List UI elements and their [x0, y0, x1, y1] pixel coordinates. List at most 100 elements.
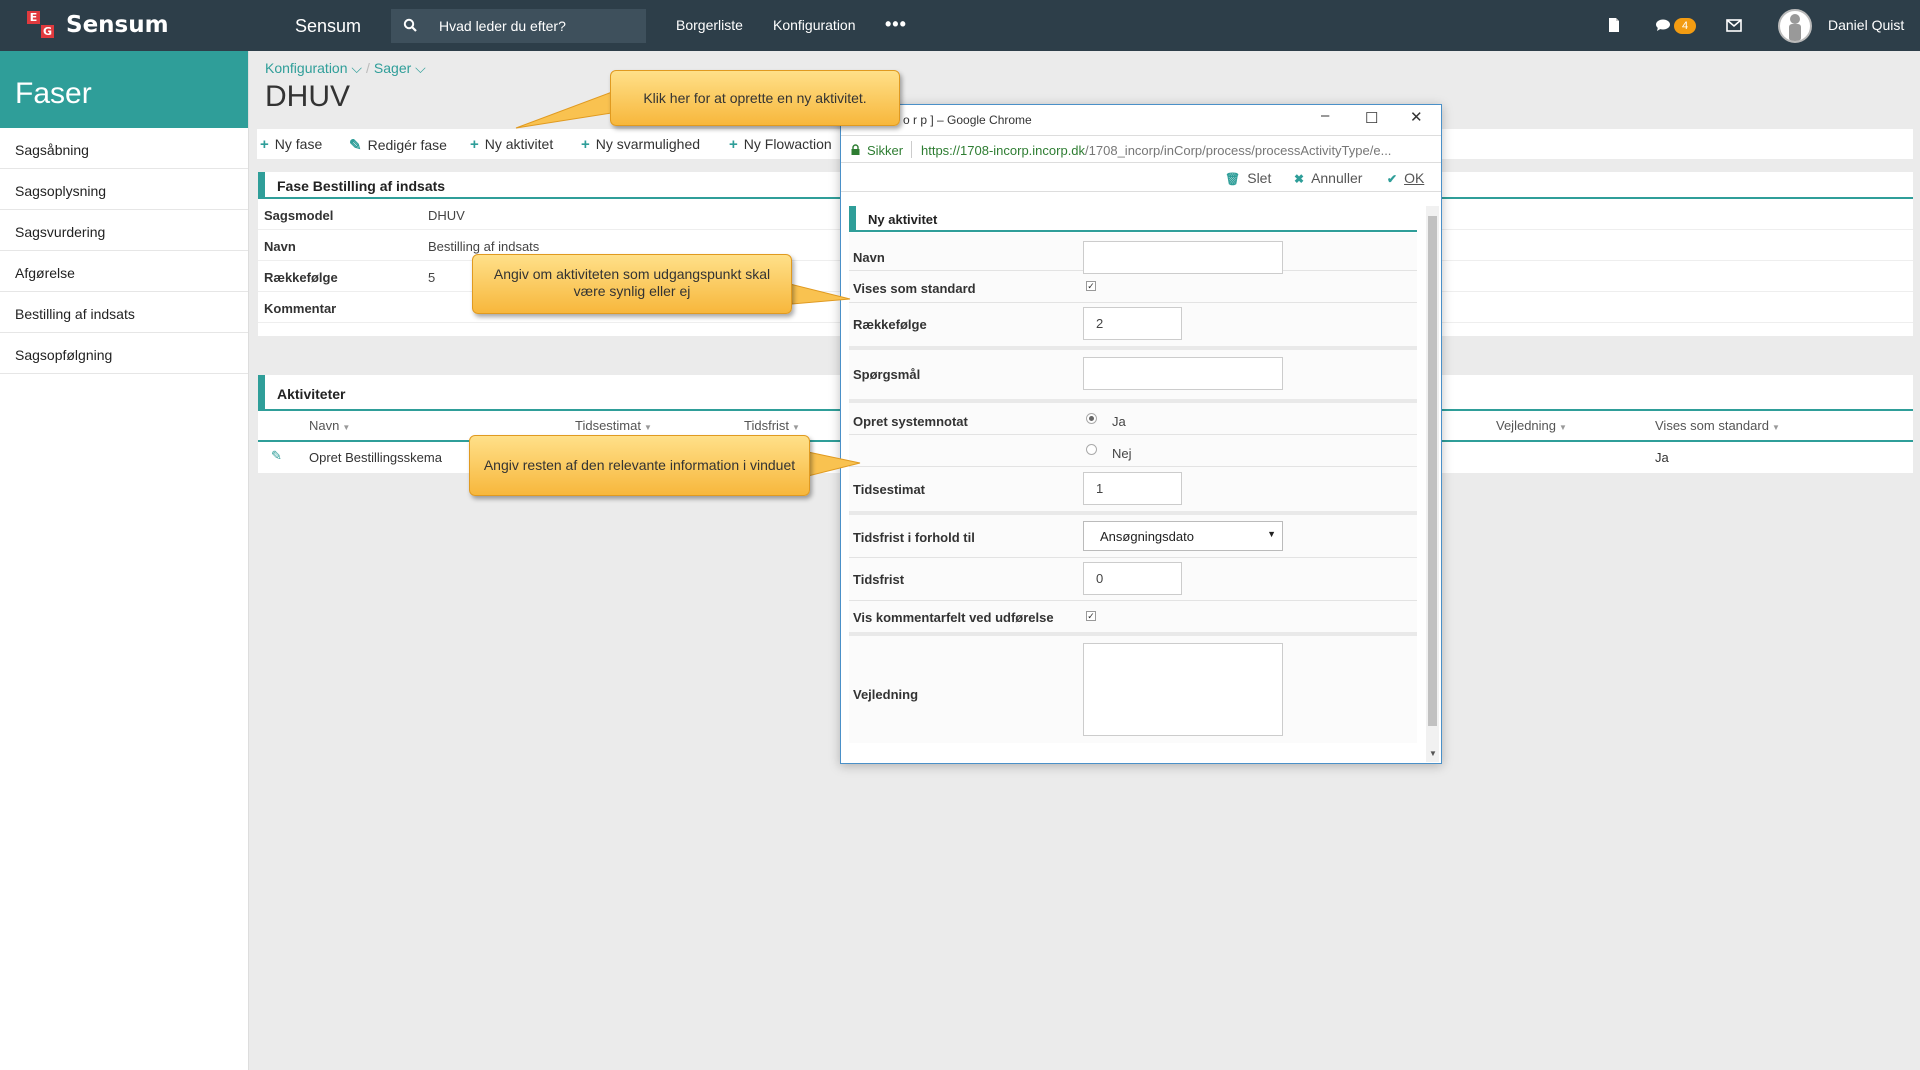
label-tidsfrist: Tidsfrist [853, 572, 905, 587]
search-input[interactable] [439, 9, 639, 43]
navn-input[interactable] [1083, 241, 1283, 274]
chevron-down-icon[interactable]: ⌵ [411, 60, 426, 76]
app-title[interactable]: Sensum [295, 16, 361, 37]
person-icon [1789, 14, 1801, 41]
cancel-label: Annuller [1311, 170, 1363, 186]
new-answer-option-label: Ny svarmulighed [595, 136, 701, 152]
tidsestimat-input[interactable] [1083, 472, 1182, 505]
chevron-down-icon[interactable]: ⌵ [348, 60, 362, 76]
col-tidsestimat[interactable]: Tidsestimat ▼ [575, 418, 652, 433]
raekkefolge-input[interactable] [1083, 307, 1182, 340]
row-tidsfrist: Tidsfrist [849, 558, 1417, 601]
maximize-icon[interactable]: ☐ [1365, 109, 1378, 127]
minimize-icon[interactable]: – [1321, 107, 1329, 124]
trash-icon: 🗑︎ [1225, 172, 1241, 186]
sidebar-item-sagsabning[interactable]: Sagsåbning [0, 128, 248, 169]
chat-icon[interactable] [1655, 19, 1671, 32]
search-icon[interactable] [403, 18, 417, 32]
breadcrumb-konfiguration[interactable]: Konfiguration [265, 60, 348, 76]
dropdown-arrow-icon: ▼ [1267, 529, 1276, 539]
sidebar-item-bestilling[interactable]: Bestilling af indsats [0, 292, 248, 333]
col-tidsfrist-label: Tidsfrist [744, 418, 790, 433]
row-sporgsmaal: Spørgsmål [849, 350, 1417, 403]
new-answer-option-button[interactable]: + Ny svarmulighed [581, 136, 700, 153]
cancel-button[interactable]: ✖ Annuller [1294, 170, 1362, 186]
mail-icon[interactable] [1726, 19, 1742, 32]
window-action-bar: 🗑︎ Slet ✖ Annuller ✔ OK [841, 164, 1441, 192]
col-vises-som-standard[interactable]: Vises som standard ▼ [1655, 418, 1780, 433]
page-title: DHUV [265, 80, 351, 113]
search-box[interactable] [391, 9, 646, 43]
vises-checkbox[interactable]: ✓ [1086, 281, 1096, 291]
row-tidsestimat: Tidsestimat [849, 467, 1417, 515]
label-raekkefolge: Rækkefølge [853, 317, 927, 332]
sort-caret-icon: ▼ [1771, 423, 1780, 432]
label-tidsestimat: Tidsestimat [853, 482, 926, 497]
user-avatar[interactable] [1778, 9, 1812, 43]
tidsfrist-reference-select[interactable]: Ansøgningsdato ▼ [1083, 521, 1283, 551]
delete-button[interactable]: 🗑︎ Slet [1225, 170, 1271, 186]
url-divider [911, 141, 912, 158]
systemnotat-ja-radio[interactable] [1086, 413, 1097, 424]
edit-phase-label: Redigér fase [367, 137, 447, 153]
chat-count-badge[interactable]: 4 [1674, 18, 1696, 34]
ok-label: OK [1404, 170, 1425, 186]
col-navn[interactable]: Navn ▼ [309, 418, 350, 433]
nav-konfiguration[interactable]: Konfiguration [773, 17, 856, 33]
phase-value-raekkefolge: 5 [428, 270, 436, 285]
plus-icon: + [470, 136, 479, 153]
row-vises: Vises som standard ✓ [849, 271, 1417, 303]
plus-icon: + [260, 136, 269, 153]
sidebar-item-afgorelse[interactable]: Afgørelse [0, 251, 248, 292]
vejledning-textarea[interactable] [1083, 643, 1283, 736]
document-icon[interactable] [1607, 17, 1621, 33]
scroll-thumb[interactable] [1428, 216, 1437, 726]
activity-name-cell: Opret Bestillingsskema [309, 450, 442, 465]
user-name[interactable]: Daniel Quist [1828, 17, 1904, 33]
sort-caret-icon: ▼ [643, 423, 652, 432]
sidebar-item-sagsopfolgning[interactable]: Sagsopfølgning [0, 333, 248, 374]
form-scrollbar[interactable]: ▼ [1426, 206, 1439, 762]
col-tidsfrist[interactable]: Tidsfrist ▼ [744, 418, 800, 433]
new-flowaction-button[interactable]: + Ny Flowaction [729, 136, 832, 153]
window-title: o r p ] – Google Chrome [903, 113, 1032, 127]
address-bar[interactable]: Sikker https://1708-incorp.incorp.dk/170… [841, 135, 1441, 163]
sidebar-item-sagsoplysning[interactable]: Sagsoplysning [0, 169, 248, 210]
kommentarfelt-checkbox[interactable]: ✓ [1086, 611, 1096, 621]
col-vises-label: Vises som standard [1655, 418, 1769, 433]
divider [849, 434, 1417, 435]
systemnotat-nej-radio[interactable] [1086, 444, 1097, 455]
brand-name[interactable]: Sensum [66, 12, 169, 38]
edit-row-icon[interactable]: ✎ [271, 448, 282, 464]
label-vises: Vises som standard [853, 281, 976, 296]
phase-value-navn: Bestilling af indsats [428, 239, 540, 254]
new-activity-button[interactable]: + Ny aktivitet [470, 136, 553, 153]
edit-phase-button[interactable]: ✎ Redigér fase [349, 136, 447, 154]
ok-button[interactable]: ✔ OK [1387, 170, 1424, 186]
close-icon[interactable]: ✕ [1410, 108, 1423, 126]
new-activity-window: o r p ] – Google Chrome – ☐ ✕ Sikker htt… [840, 104, 1442, 764]
scroll-down-arrow-icon[interactable]: ▼ [1429, 749, 1437, 758]
phase-label-kommentar: Kommentar [264, 301, 337, 316]
new-phase-button[interactable]: + Ny fase [260, 136, 322, 153]
more-icon[interactable]: ••• [885, 14, 907, 35]
sidebar-item-sagsvurdering[interactable]: Sagsvurdering [0, 210, 248, 251]
sort-caret-icon: ▼ [792, 423, 800, 432]
tidsfrist-input[interactable] [1083, 562, 1182, 595]
label-systemnotat: Opret systemnotat [853, 414, 968, 429]
new-flowaction-label: Ny Flowaction [743, 136, 832, 152]
col-vejledning[interactable]: Vejledning ▼ [1496, 418, 1567, 433]
nav-borgerliste[interactable]: Borgerliste [676, 17, 743, 33]
breadcrumb-sager[interactable]: Sager [374, 60, 411, 76]
label-vejledning: Vejledning [853, 687, 919, 702]
logo-letter-g: G [41, 25, 54, 38]
phase-label-raekkefolge: Rækkefølge [264, 270, 338, 285]
eg-logo[interactable]: E G [27, 11, 54, 39]
sporgsmaal-input[interactable] [1083, 357, 1283, 390]
url-text[interactable]: https://1708-incorp.incorp.dk/1708_incor… [921, 143, 1436, 158]
breadcrumb: Konfiguration ⌵ / Sager ⌵ [265, 60, 426, 77]
url-path: /1708_incorp/inCorp/process/processActiv… [1085, 143, 1392, 158]
sidebar: Faser Sagsåbning Sagsoplysning Sagsvurde… [0, 51, 249, 1070]
row-systemnotat: Opret systemnotat Ja Nej [849, 403, 1417, 467]
row-raekkefolge: Rækkefølge [849, 303, 1417, 350]
